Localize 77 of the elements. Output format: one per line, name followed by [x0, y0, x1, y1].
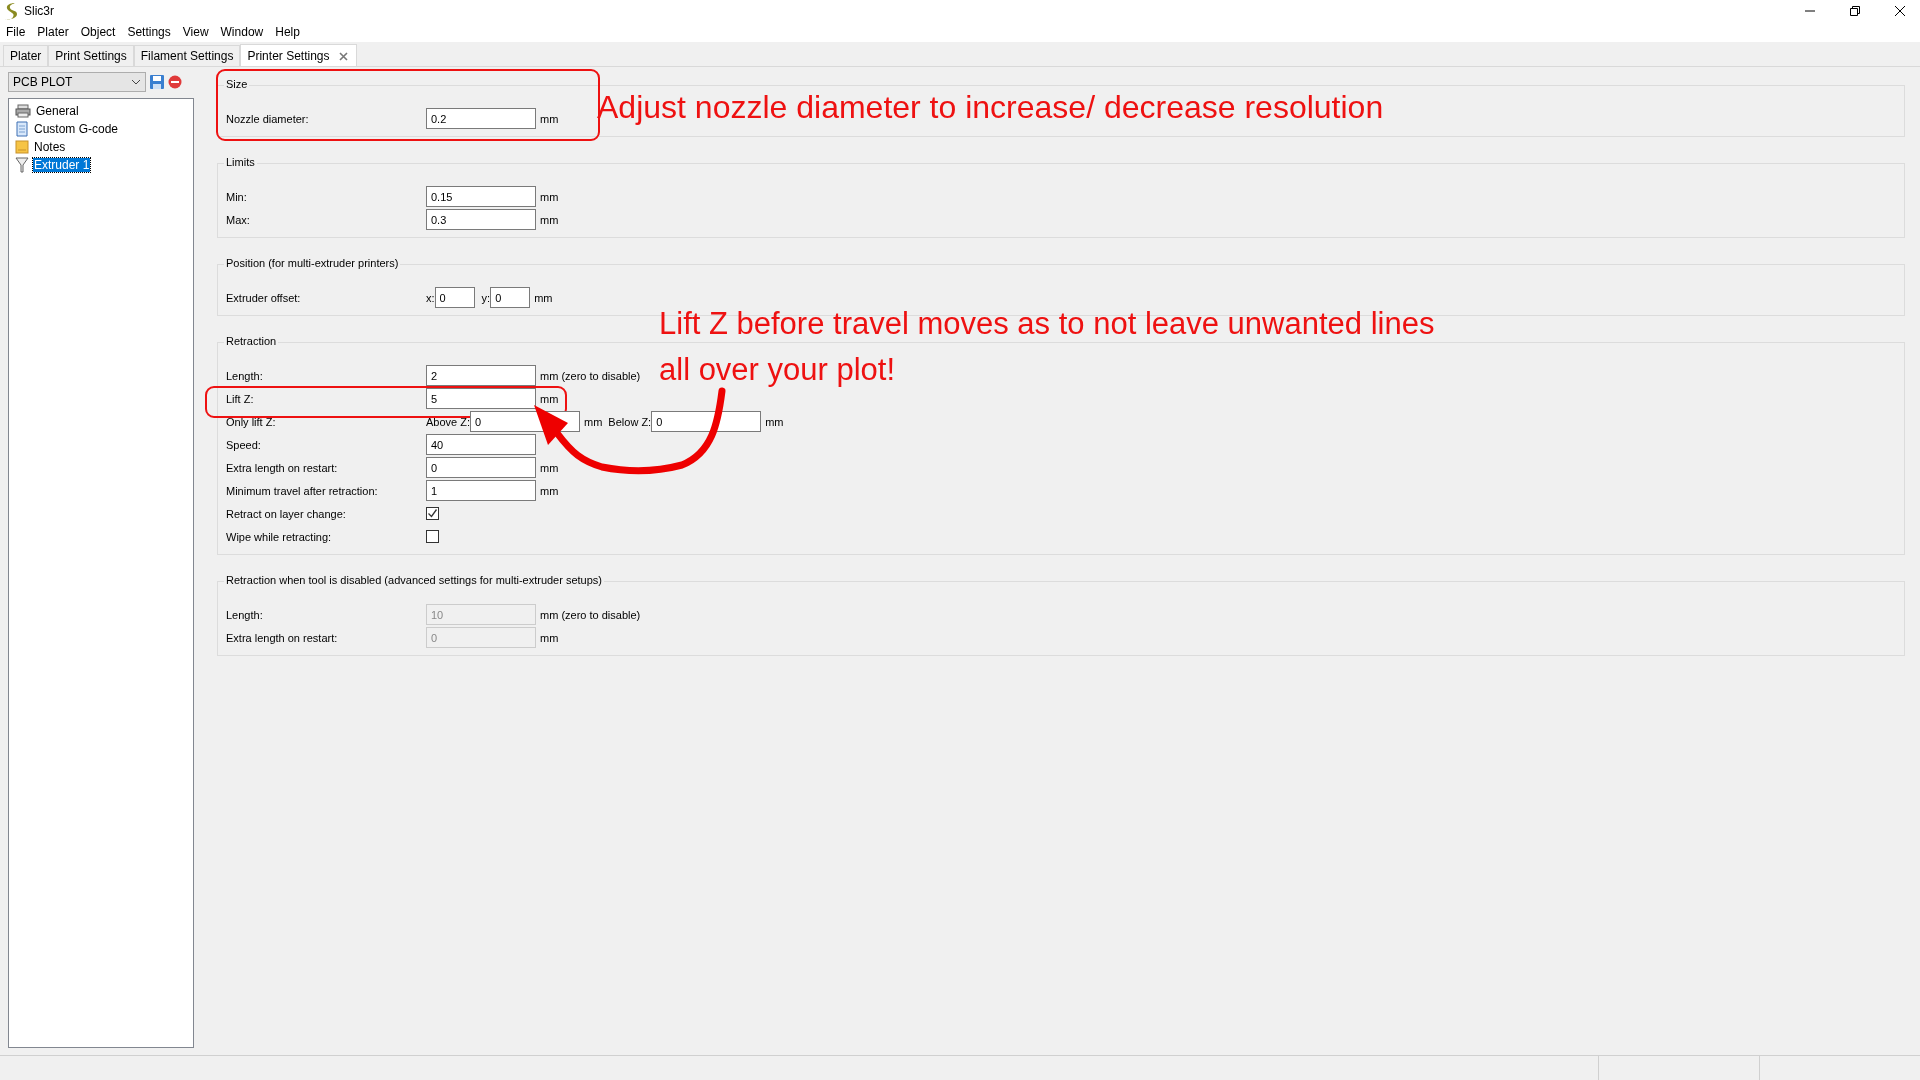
- input-field[interactable]: 1: [426, 480, 536, 501]
- axis-label: x:: [426, 291, 435, 304]
- unit-label: mm: [584, 415, 603, 428]
- menu-item[interactable]: Plater: [37, 25, 69, 39]
- unit-label: mm: [540, 484, 559, 497]
- field-label: Retract on layer change:: [226, 507, 347, 520]
- save-icon[interactable]: [149, 74, 165, 90]
- unit-label: mm: [540, 392, 559, 405]
- menu-item[interactable]: Window: [220, 25, 264, 39]
- delete-icon[interactable]: [168, 75, 182, 89]
- field-label: Wipe while retracting:: [226, 530, 333, 543]
- section-title: Retraction when tool is disabled (advanced settings for multi-extruder setups): [224, 574, 605, 586]
- input-field[interactable]: 0.15: [426, 186, 536, 207]
- tree-item[interactable]: Extruder 1: [33, 158, 91, 172]
- section-title: Retraction: [224, 335, 279, 347]
- tree-item[interactable]: Custom G-code: [33, 122, 120, 136]
- axis-label: y:: [481, 291, 491, 304]
- menu-item[interactable]: Settings: [127, 25, 171, 39]
- section-title: Position (for multi-extruder printers): [224, 257, 401, 269]
- close-icon[interactable]: [1894, 5, 1906, 17]
- funnel-icon: [15, 157, 29, 173]
- printer-icon: [15, 104, 31, 118]
- section-title: Limits: [224, 156, 257, 168]
- field-label: Above Z:: [426, 415, 471, 428]
- field-label: Lift Z:: [226, 392, 255, 405]
- chevron-down-icon: [131, 79, 141, 85]
- field-label: Length:: [226, 369, 264, 382]
- restore-icon[interactable]: [1849, 5, 1861, 17]
- tab[interactable]: Printer Settings: [240, 44, 357, 66]
- unit-label: mm: [540, 631, 559, 644]
- annotation-text: Lift Z before travel moves as to not leave unwanted lines: [659, 305, 1435, 343]
- field-label: Extra length on restart:: [226, 631, 339, 644]
- annotation-text: all over your plot!: [659, 351, 897, 389]
- field-label: Speed:: [226, 438, 262, 451]
- field-label: Length:: [226, 608, 264, 621]
- scroll-icon: [15, 121, 29, 137]
- input-field[interactable]: 2: [426, 365, 536, 386]
- section-title: Size: [224, 78, 250, 90]
- menu-item[interactable]: Help: [275, 25, 300, 39]
- tree-item[interactable]: Notes: [33, 140, 67, 154]
- input-field[interactable]: 0: [426, 457, 536, 478]
- preset-dropdown[interactable]: PCB PLOT: [8, 72, 146, 92]
- unit-label: mm (zero to disable): [540, 608, 641, 621]
- unit-label: mm: [540, 190, 559, 203]
- field-label: Below Z:: [608, 415, 652, 428]
- input-field[interactable]: 0.2: [426, 108, 536, 129]
- input-field[interactable]: 0: [490, 287, 531, 308]
- tab[interactable]: Print Settings: [48, 45, 134, 66]
- unit-label: mm: [765, 415, 784, 428]
- note-icon: [15, 140, 29, 154]
- input-field[interactable]: 0: [434, 287, 475, 308]
- unit-label: mm: [534, 291, 553, 304]
- input-field[interactable]: 0.3: [426, 209, 536, 230]
- field-label: Minimum travel after retraction:: [226, 484, 379, 497]
- menu-item[interactable]: View: [182, 25, 209, 39]
- tab[interactable]: Filament Settings: [133, 45, 241, 66]
- field-label: Extra length on restart:: [226, 461, 339, 474]
- field-label: Min:: [226, 190, 248, 203]
- unit-label: mm: [540, 461, 559, 474]
- field-label: Only lift Z:: [226, 415, 277, 428]
- menu-item[interactable]: File: [6, 25, 26, 39]
- tree-item[interactable]: General: [35, 104, 80, 118]
- checkbox[interactable]: [426, 507, 439, 520]
- menu-item[interactable]: Object: [80, 25, 116, 39]
- field-label: Extruder offset:: [226, 291, 302, 304]
- unit-label: mm: [540, 213, 559, 226]
- app-logo-icon: [4, 2, 18, 20]
- tab[interactable]: Plater: [3, 45, 49, 66]
- input-field[interactable]: 40: [426, 434, 536, 455]
- input-field[interactable]: 5: [426, 388, 536, 409]
- unit-label: mm (zero to disable): [540, 369, 641, 382]
- field-label: Nozzle diameter:: [226, 112, 310, 125]
- window-title: Slic3r: [24, 4, 54, 18]
- field-label: Max:: [226, 213, 251, 226]
- input-field[interactable]: 0: [651, 411, 762, 432]
- unit-label: mm: [540, 112, 559, 125]
- checkbox[interactable]: [426, 530, 439, 543]
